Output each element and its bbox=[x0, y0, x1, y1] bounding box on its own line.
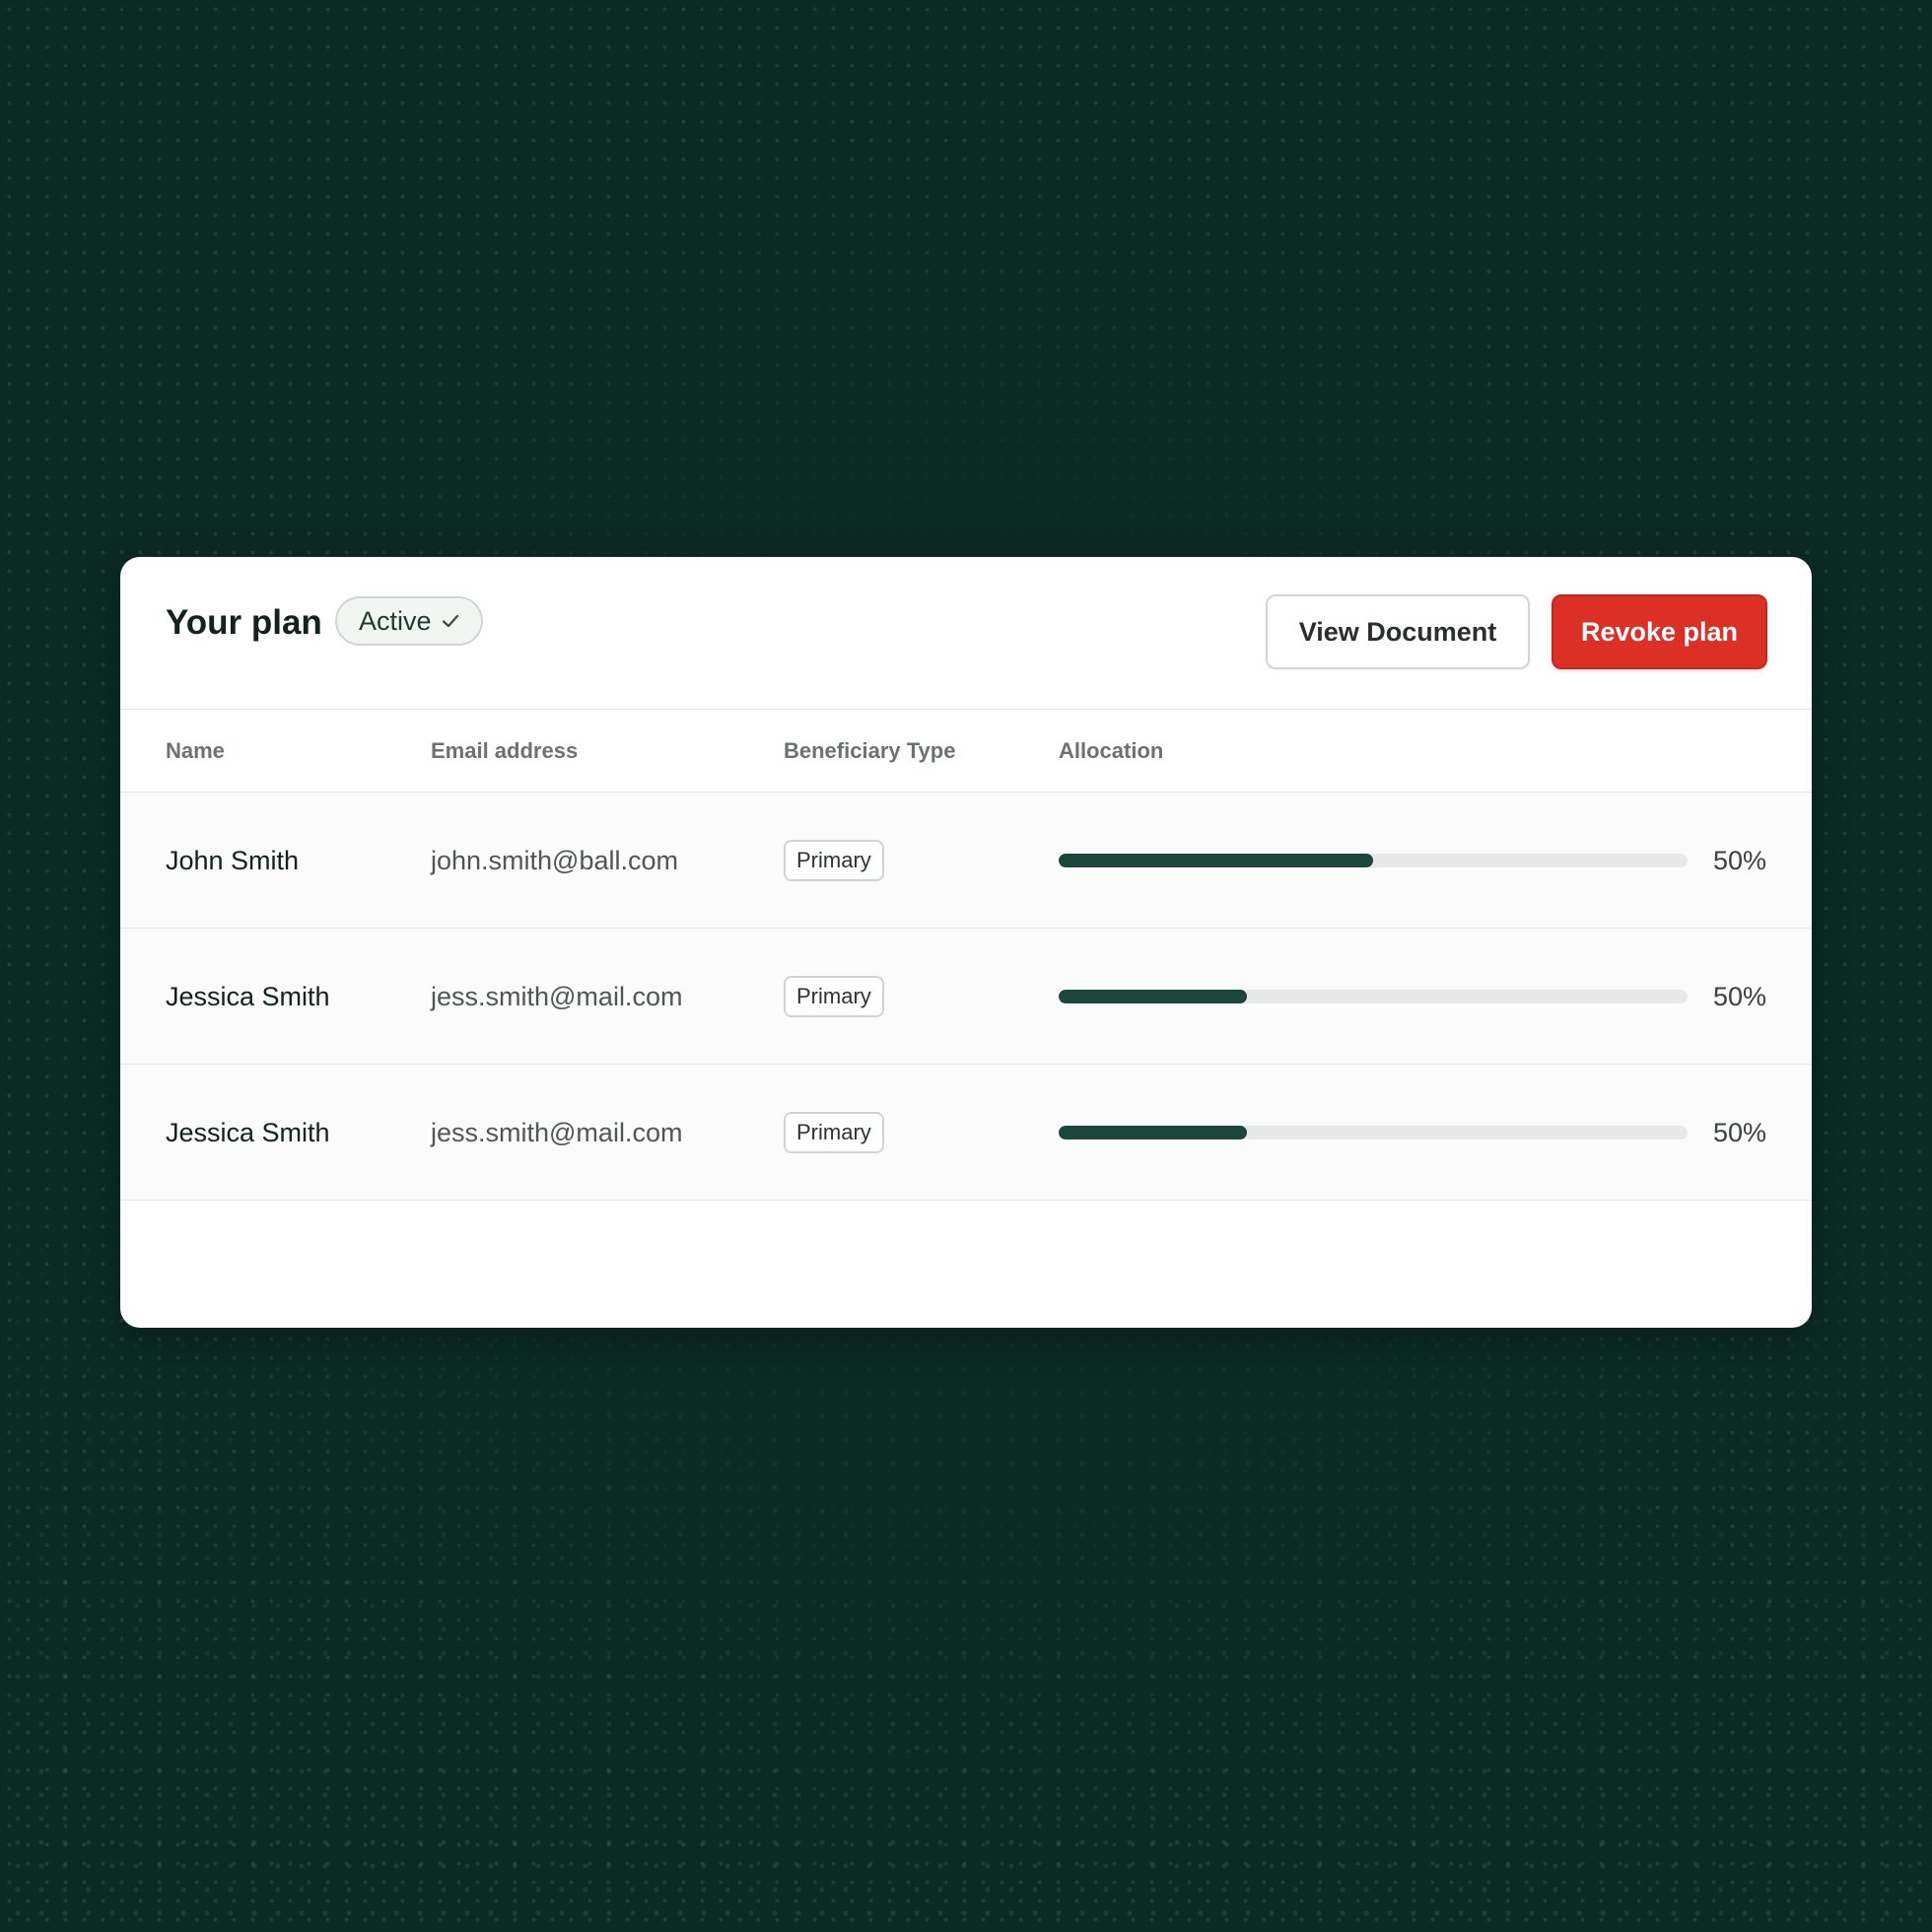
beneficiary-type-badge: Primary bbox=[784, 976, 884, 1017]
beneficiary-email: jess.smith@mail.com bbox=[431, 1118, 683, 1147]
beneficiary-type-badge: Primary bbox=[784, 840, 884, 881]
beneficiary-name: John Smith bbox=[166, 846, 300, 875]
allocation-percent: 50% bbox=[1712, 982, 1766, 1011]
table-row[interactable]: John Smith john.smith@ball.com Primary 5… bbox=[120, 793, 1812, 929]
column-header-name: Name bbox=[166, 738, 225, 763]
beneficiary-name: Jessica Smith bbox=[166, 982, 330, 1011]
status-badge-label: Active bbox=[359, 605, 432, 636]
table-row[interactable]: Jessica Smith jess.smith@mail.com Primar… bbox=[120, 1065, 1812, 1201]
beneficiary-email: john.smith@ball.com bbox=[431, 846, 679, 875]
table-row[interactable]: Jessica Smith jess.smith@mail.com Primar… bbox=[120, 929, 1812, 1065]
beneficiary-email: jess.smith@mail.com bbox=[431, 982, 683, 1011]
beneficiary-name: Jessica Smith bbox=[166, 1118, 330, 1147]
revoke-plan-button[interactable]: Revoke plan bbox=[1552, 594, 1767, 669]
plan-card-header: Your plan Active View Document Revoke pl… bbox=[120, 557, 1812, 710]
allocation-bar-fill bbox=[1059, 990, 1248, 1003]
table-header: Name Email address Beneficiary Type Allo… bbox=[120, 710, 1812, 793]
page-title: Your plan bbox=[166, 603, 322, 642]
allocation-percent: 50% bbox=[1712, 1118, 1766, 1147]
view-document-button[interactable]: View Document bbox=[1266, 594, 1530, 669]
allocation-bar bbox=[1059, 990, 1688, 1003]
plan-card: Your plan Active View Document Revoke pl… bbox=[120, 557, 1812, 1328]
allocation-bar-fill bbox=[1059, 1126, 1248, 1139]
allocation-bar bbox=[1059, 854, 1688, 867]
column-header-allocation: Allocation bbox=[1059, 738, 1164, 763]
allocation-percent: 50% bbox=[1712, 846, 1766, 875]
column-header-email: Email address bbox=[431, 738, 579, 763]
allocation-bar bbox=[1059, 1126, 1688, 1139]
allocation-bar-fill bbox=[1059, 854, 1373, 867]
check-icon bbox=[440, 610, 461, 632]
status-badge: Active bbox=[335, 596, 483, 646]
beneficiary-type-badge: Primary bbox=[784, 1112, 884, 1153]
column-header-beneficiary-type: Beneficiary Type bbox=[784, 738, 956, 763]
